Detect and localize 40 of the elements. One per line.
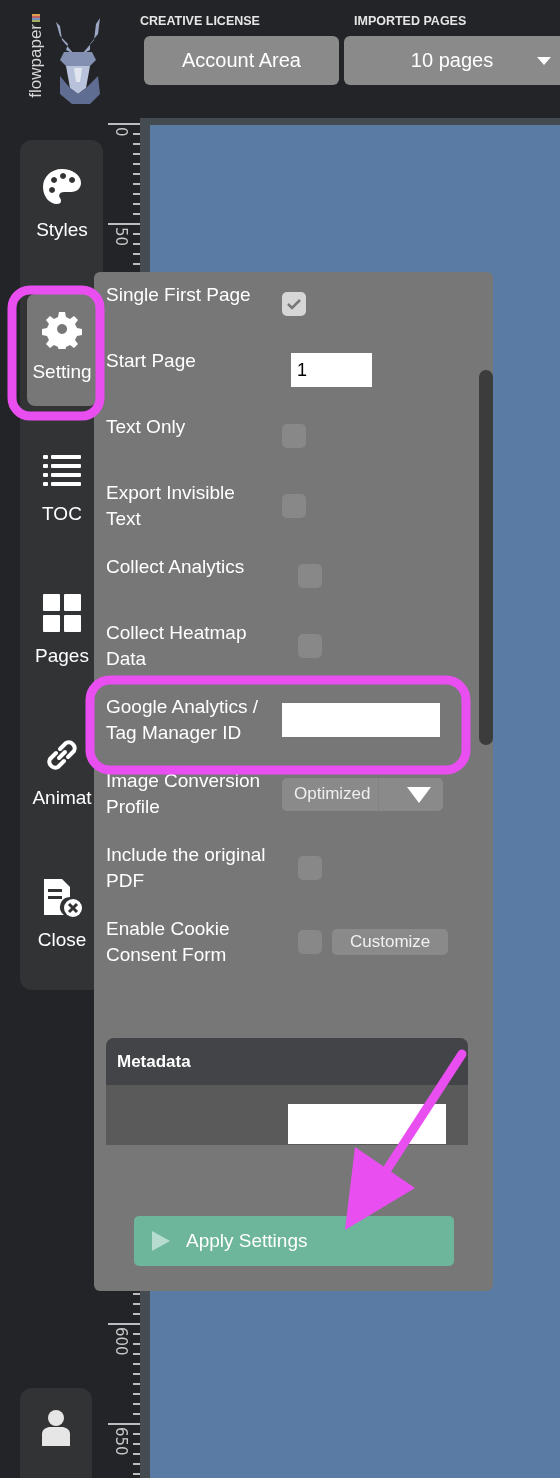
section-header: Metadata [106,1038,468,1085]
document-close-icon [42,877,82,917]
input-field[interactable]: 1 [291,353,372,387]
section-label: CREATIVE LICENSE [140,14,261,30]
input-field[interactable] [288,1104,446,1144]
input-field[interactable] [282,703,440,737]
logo-wordmark: flowpaper [28,24,44,98]
caret-icon [537,57,551,65]
setting-label: Google Analytics / Tag Manager ID [106,695,260,745]
setting-label: Single First Page [106,283,252,307]
sidebar-item[interactable]: Close [27,862,97,974]
setting-label: Collect Analytics [106,555,246,579]
play-icon [152,1231,170,1251]
ruler-label: 50 [112,227,130,247]
sidebar-item[interactable]: TOC [27,436,97,548]
setting-label: Start Page [106,349,197,373]
palette-icon [42,167,82,207]
section-label: IMPORTED PAGES [353,14,468,30]
sidebar-item[interactable]: Animat [27,720,97,832]
setting-label: Enable Cookie Consent Form [106,917,231,967]
settings-icon [42,309,82,349]
color-stripe-icon [32,14,40,23]
setting-label: Include the original PDF [106,843,267,893]
sidebar-item[interactable]: Pages [27,578,97,690]
ruler-label: 650 [112,1427,130,1456]
sidebar-item[interactable]: Setting [27,294,97,406]
account-button[interactable] [20,1388,92,1478]
ruler-label: 600 [112,1327,130,1356]
scrollbar[interactable] [479,370,493,745]
sidebar-item[interactable]: Styles [27,152,97,264]
ruler-label: 0 [112,127,130,137]
checkmark-icon [287,298,301,310]
setting-label: Image Conversion Profile [106,769,262,819]
person-icon [39,1410,73,1448]
setting-label: Collect Heatmap Data [106,621,248,671]
setting-label: Text Only [106,415,187,439]
caret-icon [407,786,431,803]
setting-label: Export Invisible Text [106,481,236,531]
grid-icon [42,593,82,633]
checkbox[interactable] [282,292,306,316]
